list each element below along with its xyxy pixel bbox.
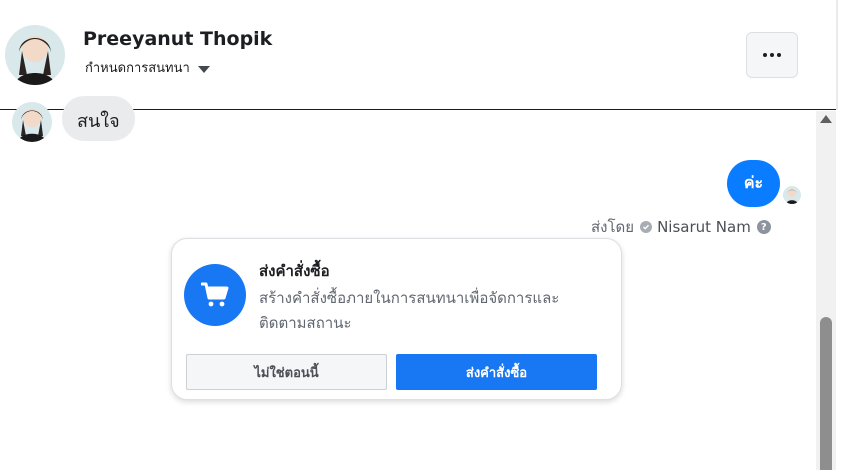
outgoing-message-bubble[interactable]: ค่ะ: [727, 160, 780, 207]
caret-down-icon: [197, 65, 210, 73]
conversation-header: Preeyanut Thopik กำหนดการสนทนา: [0, 0, 837, 110]
sender-avatar: [12, 102, 52, 142]
scrollbar-thumb[interactable]: [820, 317, 832, 470]
sent-by-line: ส่งโดย Nisarut Nam ?: [591, 215, 771, 239]
help-icon[interactable]: ?: [756, 220, 771, 234]
shopping-cart-icon: [184, 264, 246, 326]
conversation-settings-dropdown[interactable]: กำหนดการสนทนา: [85, 57, 210, 78]
message-list-scrollbar[interactable]: [816, 111, 836, 470]
send-order-button[interactable]: ส่งคำสั่งซื้อ: [396, 354, 597, 390]
more-horizontal-icon: [763, 53, 767, 57]
create-order-prompt-card: ส่งคำสั่งซื้อ สร้างคำสั่งซื้อภายในการสนท…: [171, 238, 622, 400]
scroll-up-arrow-icon[interactable]: [820, 115, 832, 123]
not-now-button[interactable]: ไม่ใช่ตอนนี้: [186, 354, 387, 390]
order-card-title: ส่งคำสั่งซื้อ: [259, 262, 330, 280]
sent-by-label: ส่งโดย: [591, 218, 635, 236]
conversation-settings-label: กำหนดการสนทนา: [85, 61, 190, 76]
order-card-description: สร้างคำสั่งซื้อภายในการสนทนาเพื่อจัดการแ…: [259, 289, 560, 332]
sent-by-agent-name: Nisarut Nam: [657, 218, 751, 236]
verified-check-icon: [640, 221, 653, 233]
contact-avatar[interactable]: [5, 25, 65, 85]
header-edge-divider: [836, 0, 838, 110]
more-options-button[interactable]: [746, 32, 798, 78]
contact-name[interactable]: Preeyanut Thopik: [83, 28, 272, 50]
messenger-conversation-view: Preeyanut Thopik กำหนดการสนทนา สนใจ ค่ะ: [0, 0, 841, 470]
seen-indicator-avatar: [783, 186, 801, 204]
incoming-message-bubble[interactable]: สนใจ: [62, 96, 135, 141]
